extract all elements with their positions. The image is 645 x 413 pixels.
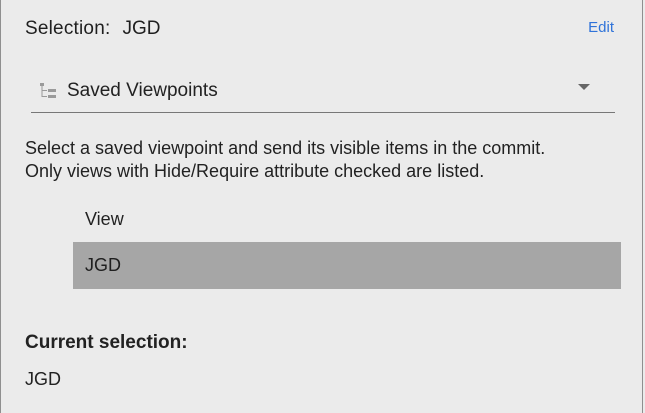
list-item[interactable]: JGD [73,242,621,289]
dropdown-selected-value: Saved Viewpoints [67,80,218,101]
selection-value: JGD [122,18,161,39]
current-selection-label: Current selection: [25,332,188,353]
edit-link[interactable]: Edit [588,19,614,36]
current-selection-value: JGD [25,369,61,389]
description-line-2: Only views with Hide/Require attribute c… [25,161,485,181]
list-column-header[interactable]: View [73,196,621,242]
selection-header: Selection: JGD Edit [25,17,614,41]
viewpoint-type-dropdown[interactable]: Saved Viewpoints [31,70,615,113]
description-line-1: Select a saved viewpoint and send its vi… [25,138,546,158]
viewpoints-list: View JGD [73,196,621,289]
tree-list-icon [39,82,57,100]
description: Select a saved viewpoint and send its vi… [25,137,625,183]
selection-panel: Selection: JGD Edit Saved Viewpoints Sel… [0,0,643,413]
selection-label: Selection: [25,18,111,39]
chevron-down-icon[interactable] [578,84,590,90]
